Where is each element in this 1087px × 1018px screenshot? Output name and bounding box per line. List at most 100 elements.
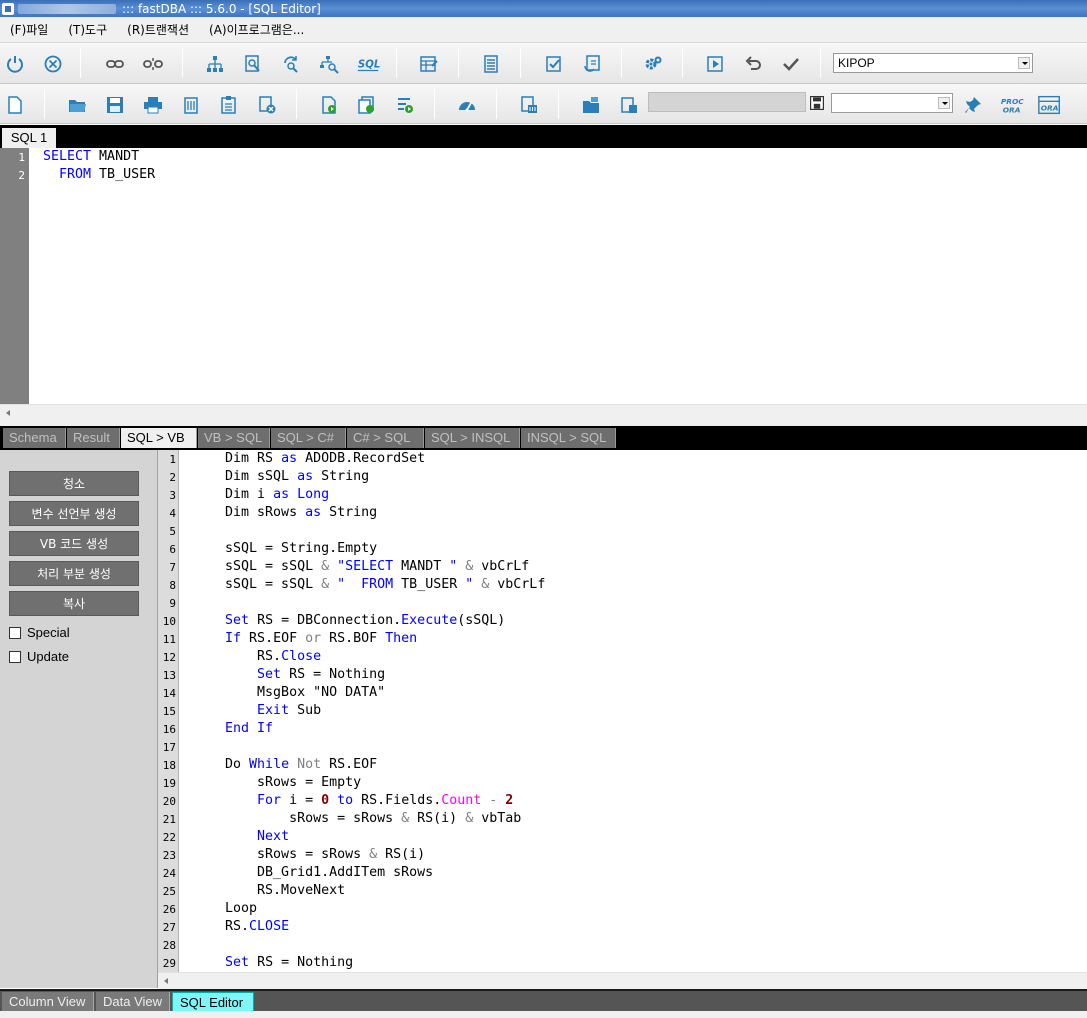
code-line: End If	[225, 721, 274, 736]
delete-icon[interactable]	[179, 93, 203, 117]
code-line: Next	[257, 829, 290, 844]
tab-c#-sql[interactable]: C# > SQL	[347, 428, 424, 448]
code-line: SELECT MANDT	[43, 149, 140, 164]
update-checkbox[interactable]: Update	[9, 649, 69, 664]
code-line: sRows = sRows & RS(i) & vbTab	[193, 811, 522, 826]
secondary-toolbar: PROC ORA ORA	[0, 84, 1087, 124]
menu-file[interactable]: (F)파일	[0, 21, 58, 38]
code-line: Dim RS as ADODB.RecordSet	[193, 451, 426, 466]
copy-button[interactable]: 복사	[9, 591, 139, 616]
code-line: sRows = sRows & RS(i)	[193, 847, 426, 862]
ora-icon[interactable]: ORA	[1036, 93, 1064, 117]
tree-icon[interactable]	[203, 52, 227, 76]
special-checkbox[interactable]: Special	[9, 625, 70, 640]
chevron-down-icon[interactable]	[938, 97, 950, 109]
tab-sql-insql[interactable]: SQL > INSQL	[425, 428, 520, 448]
menu-about[interactable]: (A)이프로그램은...	[199, 21, 314, 38]
line-number: 25	[162, 885, 176, 898]
vb-editor-scrollbar[interactable]	[158, 972, 1087, 989]
line-number: 4	[169, 507, 176, 520]
tab-column-view[interactable]: Column View	[2, 992, 94, 1012]
search-tree-icon[interactable]	[317, 52, 341, 76]
ora-label-1: ORA	[1003, 105, 1021, 114]
pin-icon[interactable]	[961, 93, 985, 117]
generate-processing-button[interactable]: 처리 부분 생성	[9, 561, 139, 586]
tab-schema[interactable]: Schema	[3, 428, 66, 448]
tab-result[interactable]: Result	[67, 428, 120, 448]
redacted-text	[18, 3, 116, 14]
clear-icon[interactable]	[255, 93, 279, 117]
second-select[interactable]	[831, 93, 953, 113]
line-number-gutter: 1 2 3 4 5 6 7 8 9 10 11 12 13 14 15 16 17 18 19 20 21 22 23 24 2…	[158, 450, 179, 972]
code-line: Dim sSQL as String	[193, 469, 370, 484]
commit-icon[interactable]	[779, 52, 803, 76]
line-number: 19	[162, 777, 176, 790]
sql-editor[interactable]: 12 SELECT MANDT FROM TB_USER	[0, 148, 1087, 404]
view-tab-strip: Column View Data View SQL Editor	[0, 989, 1087, 1012]
cancel-icon[interactable]	[41, 52, 65, 76]
line-number: 1	[18, 151, 25, 164]
generate-vb-code-button[interactable]: VB 코드 생성	[9, 531, 139, 556]
disconnect-icon[interactable]	[141, 52, 165, 76]
tab-sql-editor[interactable]: SQL Editor	[172, 992, 254, 1012]
path-field[interactable]	[648, 92, 806, 112]
trash-icon[interactable]	[517, 93, 541, 117]
new-run-icon[interactable]	[317, 93, 341, 117]
tab-sql-vb[interactable]: SQL > VB	[121, 428, 197, 448]
save-small-icon[interactable]	[808, 94, 826, 112]
run-all-icon[interactable]	[355, 93, 379, 117]
vb-code-editor[interactable]: 1 2 3 4 5 6 7 8 9 10 11 12 13 14 15 16 17 18 19 20 21 22 23 24 2…	[158, 450, 1087, 972]
connect-icon[interactable]	[103, 52, 127, 76]
tab-sql-c#[interactable]: SQL > C#	[271, 428, 346, 448]
connection-select[interactable]: KIPOP	[833, 53, 1033, 73]
check-doc-icon[interactable]	[542, 52, 566, 76]
proc-ora-icon[interactable]: PROC ORA	[998, 93, 1026, 117]
list-icon[interactable]	[479, 52, 503, 76]
svg-text:SQL: SQL	[358, 60, 381, 71]
print-icon[interactable]	[141, 93, 165, 117]
tab-insql-sql[interactable]: INSQL > SQL	[521, 428, 616, 448]
line-number: 6	[169, 543, 176, 556]
run-icon[interactable]	[703, 52, 727, 76]
run-step-icon[interactable]	[393, 93, 417, 117]
line-number-gutter: 12	[0, 148, 29, 404]
find-object-icon[interactable]	[241, 52, 265, 76]
refresh-search-icon[interactable]	[279, 52, 303, 76]
code-line: RS.Close	[193, 649, 322, 664]
undo-icon[interactable]	[741, 52, 765, 76]
table-edit-icon[interactable]	[417, 52, 441, 76]
clear-button[interactable]: 청소	[9, 471, 139, 496]
gauge-icon[interactable]	[455, 93, 479, 117]
line-number: 27	[162, 921, 176, 934]
checkbox-box[interactable]	[9, 650, 21, 663]
copy-doc-icon[interactable]	[617, 93, 641, 117]
code-line: Dim sRows as String	[193, 505, 378, 520]
scroll-left-icon[interactable]	[164, 978, 168, 984]
connection-select-value: KIPOP	[838, 56, 875, 70]
tab-vb-sql[interactable]: VB > SQL	[198, 428, 270, 448]
generate-declarations-button[interactable]: 변수 선언부 생성	[9, 501, 139, 526]
scroll-left-icon[interactable]	[6, 410, 10, 416]
power-icon[interactable]	[3, 52, 27, 76]
save-icon[interactable]	[103, 93, 127, 117]
sql-editor-scrollbar[interactable]	[0, 404, 1087, 421]
chevron-down-icon[interactable]	[1018, 57, 1030, 69]
window-title: ::: fastDBA ::: 5.6.0 - [SQL Editor]	[122, 1, 321, 16]
line-number: 21	[162, 813, 176, 826]
sync-doc-icon[interactable]	[580, 52, 604, 76]
code-line: RS.MoveNext	[193, 883, 346, 898]
code-line: Dim i as Long	[193, 487, 330, 502]
tab-data-view[interactable]: Data View	[96, 992, 170, 1012]
open-icon[interactable]	[65, 93, 89, 117]
folder-open-icon[interactable]	[579, 93, 603, 117]
new-icon[interactable]	[3, 93, 27, 117]
settings-icon[interactable]	[641, 52, 665, 76]
tab-sql-1[interactable]: SQL 1	[2, 128, 56, 148]
checkbox-box[interactable]	[9, 626, 21, 639]
line-number: 2	[18, 169, 25, 182]
sql-icon[interactable]: SQL	[355, 52, 383, 76]
menu-transaction[interactable]: (R)트랜잭션	[117, 21, 199, 38]
line-number: 20	[162, 795, 176, 808]
paste-icon[interactable]	[217, 93, 241, 117]
menu-tools[interactable]: (T)도구	[58, 21, 117, 38]
